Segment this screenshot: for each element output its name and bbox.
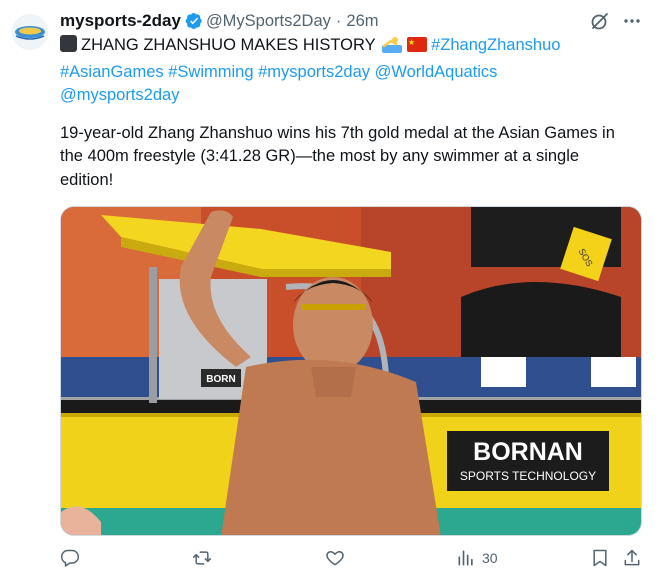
mention-mysports2day[interactable]: @mysports2day (60, 86, 179, 104)
swimmer-emoji-icon (381, 35, 402, 61)
tweet-photo[interactable]: BORNAN SPORTS TECHNOLOGY BORN SOS (60, 206, 642, 536)
avatar[interactable] (12, 14, 48, 50)
share-icon (622, 548, 642, 568)
reply-button[interactable] (60, 548, 80, 568)
tags-line: #AsianGames #Swimming #mysports2day @Wor… (60, 61, 650, 85)
tweet-text: ZHANG ZHANSHUO MAKES HISTORY #ZhangZhans… (60, 34, 650, 192)
timestamp[interactable]: 26m (346, 12, 378, 31)
body-line: edition! (60, 170, 114, 189)
retweet-button[interactable] (192, 548, 212, 568)
more-icon[interactable] (622, 11, 642, 31)
tweet-header: mysports-2day @MySports2Day · 26m (60, 9, 646, 33)
tweet-card[interactable]: mysports-2day @MySports2Day · 26m ZHANG … (0, 0, 660, 585)
headline-line: ZHANG ZHANSHUO MAKES HISTORY #ZhangZhans… (60, 34, 650, 61)
separator-dot: · (335, 11, 342, 30)
reply-icon (60, 548, 80, 568)
handle[interactable]: @MySports2Day (206, 12, 331, 31)
hashtag-asiangames[interactable]: #AsianGames (60, 63, 164, 81)
bookmark-icon (590, 548, 610, 568)
grok-icon[interactable] (590, 11, 610, 31)
hashtag-zhangzhanshuo[interactable]: #ZhangZhanshuo (431, 36, 560, 54)
views-icon (456, 548, 476, 568)
views-count: 30 (482, 550, 498, 566)
black-square-emoji-icon (60, 35, 77, 52)
share-button[interactable] (622, 548, 642, 568)
hashtag-mysports2day[interactable]: #mysports2day (258, 63, 370, 81)
sponsor-banner: BORNAN SPORTS TECHNOLOGY (447, 431, 609, 491)
headline-text: ZHANG ZHANSHUO MAKES HISTORY (81, 36, 376, 54)
mention-worldaquatics[interactable]: @WorldAquatics (375, 63, 498, 81)
like-button[interactable] (325, 548, 345, 568)
bookmark-button[interactable] (590, 548, 610, 568)
retweet-icon (192, 548, 212, 568)
views-button[interactable]: 30 (456, 548, 498, 568)
body-line: the 400m freestyle (3:41.28 GR)—the most… (60, 147, 580, 165)
display-name[interactable]: mysports-2day (60, 11, 181, 31)
like-icon (325, 548, 345, 568)
banner-subtext: SPORTS TECHNOLOGY (460, 469, 596, 483)
verified-badge-icon (185, 12, 203, 30)
body-line: 19-year-old Zhang Zhanshuo wins his 7th … (60, 123, 615, 142)
china-flag-emoji-icon (406, 36, 427, 60)
mention-line: @mysports2day (60, 84, 650, 108)
banner-text: BORNAN (473, 438, 583, 466)
block-label: BORN (206, 374, 235, 385)
action-bar: 30 (60, 548, 642, 572)
hashtag-swimming[interactable]: #Swimming (168, 63, 253, 81)
tweet-body: 19-year-old Zhang Zhanshuo wins his 7th … (60, 122, 650, 193)
